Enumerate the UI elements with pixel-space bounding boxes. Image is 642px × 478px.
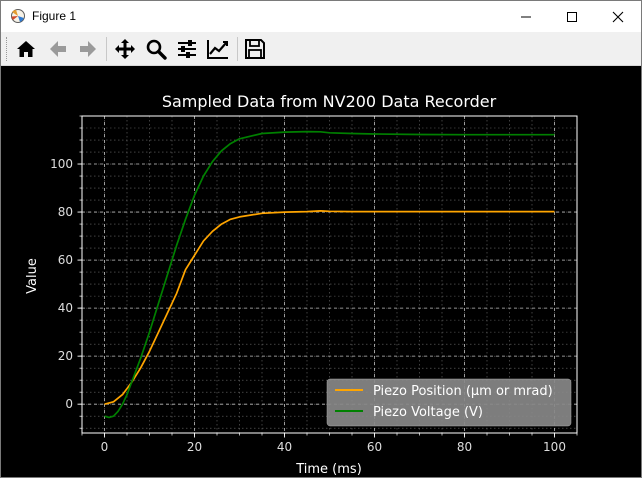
toolbar-separator bbox=[106, 37, 107, 61]
series-line-0 bbox=[104, 210, 555, 406]
y-tick-label: 60 bbox=[58, 253, 73, 267]
forward-button[interactable] bbox=[75, 36, 101, 62]
legend-label-position: Piezo Position (µm or mrad) bbox=[373, 384, 553, 399]
home-icon bbox=[17, 41, 35, 57]
arrow-right-icon bbox=[80, 41, 96, 57]
legend-label-voltage: Piezo Voltage (V) bbox=[373, 405, 483, 420]
toolbar-grip[interactable] bbox=[6, 37, 10, 61]
navigation-toolbar bbox=[1, 32, 641, 66]
line-chart-icon bbox=[207, 40, 228, 59]
y-tick-label: 100 bbox=[50, 157, 73, 171]
configure-subplots-button[interactable] bbox=[174, 36, 200, 62]
y-tick-label: 20 bbox=[58, 349, 73, 363]
y-tick-label: 40 bbox=[58, 301, 73, 315]
minimize-icon bbox=[521, 16, 531, 17]
magnifier-icon bbox=[146, 39, 167, 60]
figure-window: Figure 1 Sampled Data from NV200 Data Re… bbox=[0, 0, 642, 478]
y-tick-label: 80 bbox=[58, 205, 73, 219]
sliders-icon bbox=[178, 40, 196, 58]
minimize-button[interactable] bbox=[503, 1, 549, 32]
close-button[interactable] bbox=[595, 1, 641, 32]
home-button[interactable] bbox=[13, 36, 39, 62]
y-tick-label: 0 bbox=[65, 397, 73, 411]
x-tick-label: 80 bbox=[457, 440, 472, 454]
x-tick-label: 40 bbox=[277, 440, 292, 454]
x-axis-label: Time (ms) bbox=[295, 462, 362, 477]
maximize-button[interactable] bbox=[549, 1, 595, 32]
legend[interactable]: Piezo Position (µm or mrad) Piezo Voltag… bbox=[326, 378, 572, 427]
arrow-left-icon bbox=[50, 41, 66, 57]
app-icon bbox=[11, 9, 25, 23]
x-tick-label: 0 bbox=[101, 440, 109, 454]
window-title: Figure 1 bbox=[32, 9, 77, 23]
y-axis-label: Value bbox=[25, 258, 40, 294]
x-tick-label: 20 bbox=[187, 440, 202, 454]
figure-canvas[interactable]: Sampled Data from NV200 Data Recorder 0 2… bbox=[1, 66, 641, 477]
zoom-button[interactable] bbox=[143, 36, 169, 62]
move-icon bbox=[115, 39, 135, 59]
back-button[interactable] bbox=[45, 36, 71, 62]
x-tick-label: 60 bbox=[367, 440, 382, 454]
chart-title: Sampled Data from NV200 Data Recorder bbox=[162, 92, 497, 111]
maximize-icon bbox=[567, 11, 577, 22]
floppy-disk-icon bbox=[245, 39, 265, 59]
toolbar-separator bbox=[237, 37, 238, 61]
plot-area: Sampled Data from NV200 Data Recorder 0 2… bbox=[25, 92, 578, 477]
title-bar[interactable]: Figure 1 bbox=[1, 1, 641, 32]
edit-axis-button[interactable] bbox=[205, 36, 231, 62]
close-icon bbox=[612, 11, 624, 22]
series-line-1 bbox=[104, 130, 555, 419]
save-button[interactable] bbox=[242, 36, 268, 62]
x-tick-label: 100 bbox=[543, 440, 566, 454]
series-layer bbox=[104, 130, 555, 419]
pan-button[interactable] bbox=[112, 36, 138, 62]
